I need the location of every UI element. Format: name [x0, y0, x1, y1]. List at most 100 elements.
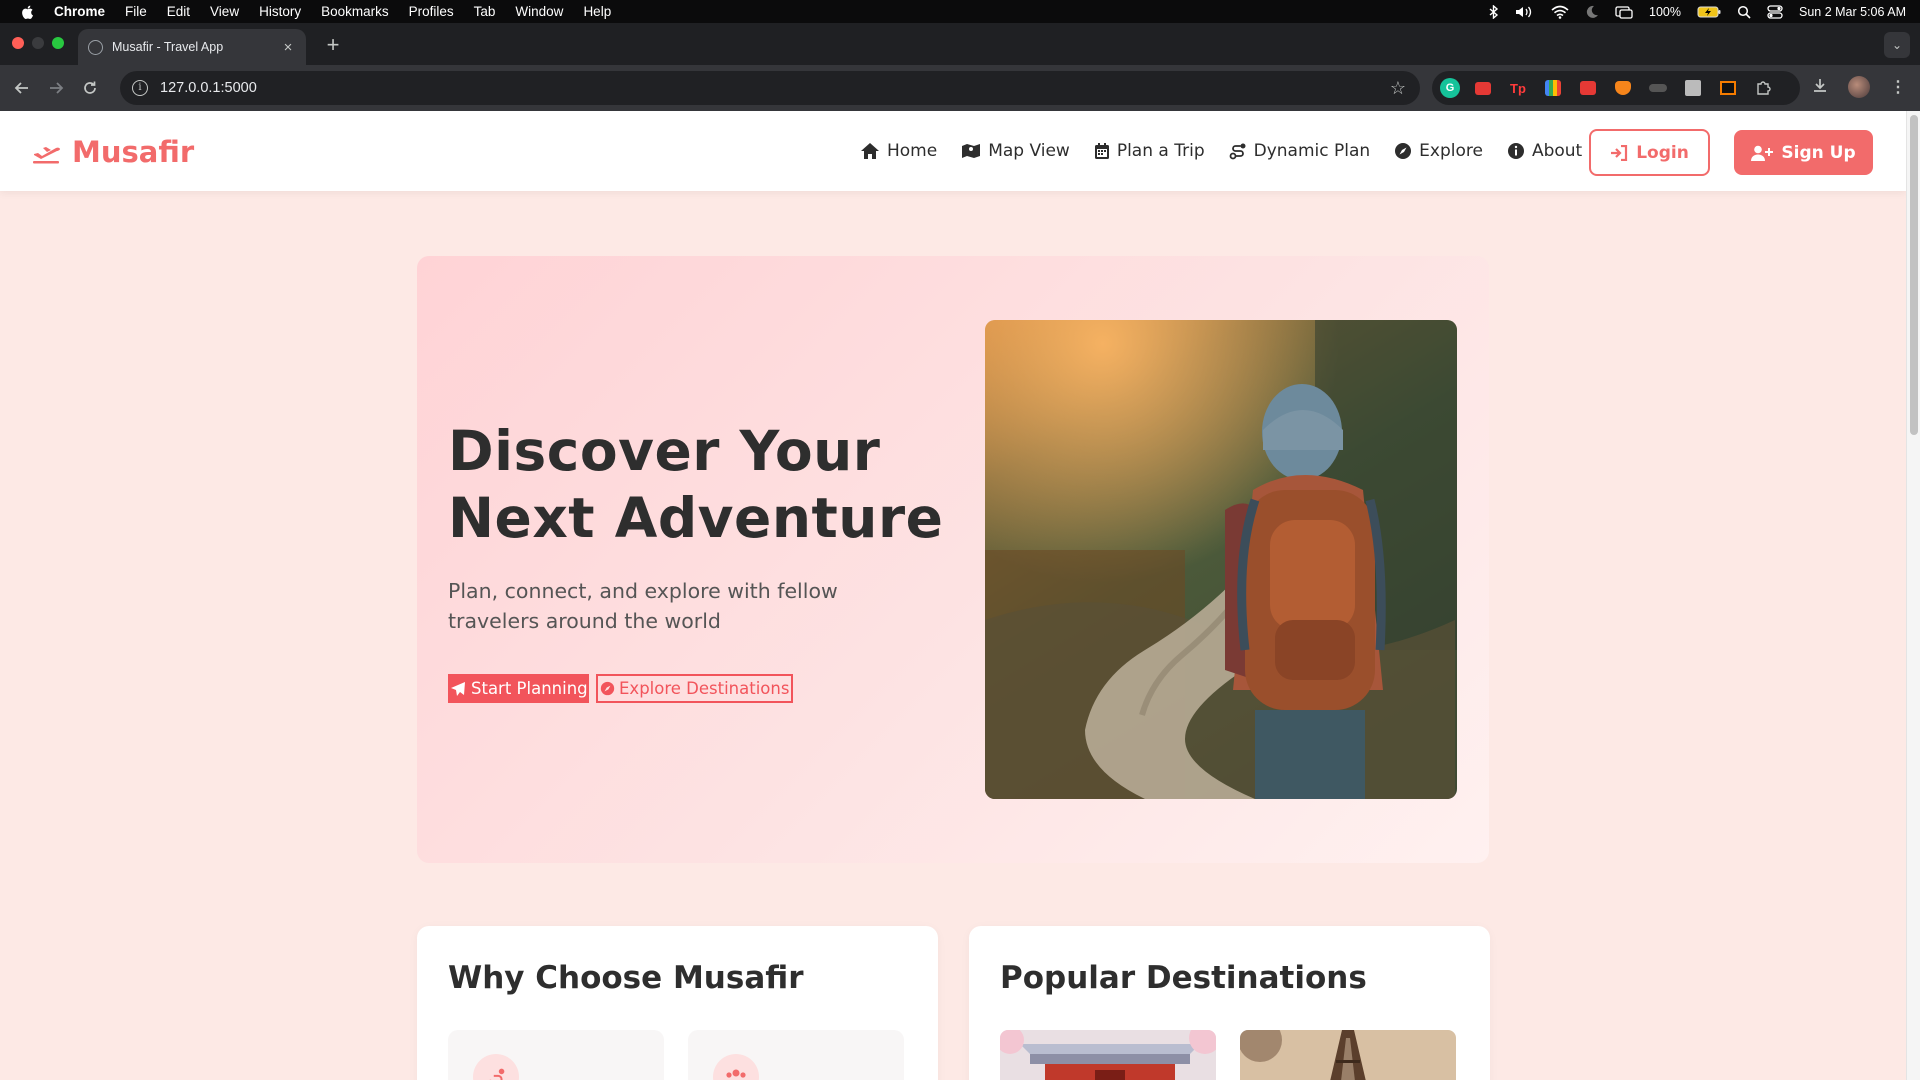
video-extension-icon[interactable] — [1576, 76, 1600, 100]
browser-toolbar: i 127.0.0.1:5000 ☆ G Tp ⋮ — [0, 65, 1920, 111]
why-choose-title: Why Choose Musafir — [448, 960, 804, 996]
minimize-window-button[interactable] — [32, 37, 44, 49]
scrollbar-thumb[interactable] — [1910, 115, 1918, 435]
bookmark-star-icon[interactable]: ☆ — [1390, 78, 1406, 99]
apple-icon[interactable] — [20, 4, 36, 20]
explore-destinations-button[interactable]: Explore Destinations — [596, 674, 794, 703]
menu-window[interactable]: Window — [515, 4, 563, 19]
screen-mirroring-icon[interactable] — [1615, 5, 1633, 19]
why-choose-card: Why Choose Musafir — [417, 926, 938, 1080]
start-planning-button[interactable]: Start Planning — [448, 674, 589, 703]
home-icon — [861, 143, 879, 159]
page-viewport: Musafir Home Map View Plan a Trip Dynami… — [0, 111, 1920, 1080]
arrow-left-icon — [14, 82, 28, 94]
chrome-menu-icon[interactable]: ⋮ — [1890, 77, 1906, 97]
red-extension-icon[interactable] — [1471, 76, 1495, 100]
browser-tab-active[interactable]: Musafir - Travel App × — [78, 29, 306, 65]
browser-tabstrip: Musafir - Travel App × + ⌄ — [0, 23, 1920, 65]
info-circle-icon — [1507, 143, 1524, 159]
feature-card-community[interactable] — [688, 1030, 904, 1080]
nav-home[interactable]: Home — [860, 141, 937, 161]
puzzle-extensions-icon[interactable] — [1751, 76, 1775, 100]
destination-image-temple[interactable] — [1000, 1030, 1216, 1080]
arrow-right-icon — [50, 82, 64, 94]
battery-charging-icon[interactable] — [1697, 6, 1721, 18]
destination-image-eiffel[interactable] — [1240, 1030, 1456, 1080]
fullscreen-window-button[interactable] — [52, 37, 64, 49]
control-center-icon[interactable] — [1767, 4, 1783, 19]
brand-name: Musafir — [72, 135, 195, 169]
dark-extension-icon[interactable] — [1646, 76, 1670, 100]
signup-label: Sign Up — [1781, 142, 1856, 163]
route-icon — [1229, 143, 1246, 160]
nav-dynamic-plan[interactable]: Dynamic Plan — [1229, 141, 1371, 161]
grey-extension-icon[interactable] — [1681, 76, 1705, 100]
nav-explore[interactable]: Explore — [1394, 141, 1483, 161]
login-button[interactable]: Login — [1589, 129, 1710, 176]
menu-app-name[interactable]: Chrome — [54, 4, 105, 19]
close-window-button[interactable] — [12, 37, 24, 49]
user-plus-icon — [1751, 145, 1774, 161]
url-text[interactable]: 127.0.0.1:5000 — [160, 80, 257, 96]
colorful-extension-icon[interactable] — [1541, 76, 1565, 100]
menu-help[interactable]: Help — [583, 4, 611, 19]
close-tab-icon[interactable]: × — [280, 39, 296, 56]
toolbar-right: ⋮ — [1812, 76, 1906, 98]
tp-extension-icon[interactable]: Tp — [1506, 76, 1530, 100]
window-controls — [12, 37, 64, 49]
hero-hiker-image — [985, 320, 1457, 799]
menu-edit[interactable]: Edit — [167, 4, 190, 19]
hiker-backpack-illustration — [985, 320, 1457, 799]
nav-home-label: Home — [887, 141, 938, 161]
signup-button[interactable]: Sign Up — [1734, 130, 1873, 175]
map-icon — [962, 144, 981, 158]
site-info-icon[interactable]: i — [132, 80, 148, 96]
nav-plan-trip[interactable]: Plan a Trip — [1094, 141, 1205, 161]
download-icon[interactable] — [1812, 77, 1828, 98]
menubar-clock[interactable]: Sun 2 Mar 5:06 AM — [1799, 5, 1906, 19]
users-icon — [726, 1069, 746, 1078]
nav-about-label: About — [1531, 141, 1583, 161]
nav-explore-label: Explore — [1419, 141, 1483, 161]
spotlight-search-icon[interactable] — [1737, 5, 1751, 19]
grammarly-extension-icon[interactable]: G — [1440, 78, 1460, 98]
nav-about[interactable]: About — [1507, 141, 1582, 161]
calendar-icon — [1094, 143, 1109, 159]
volume-icon[interactable] — [1515, 5, 1535, 19]
macos-menubar: Chrome File Edit View History Bookmarks … — [0, 0, 1920, 23]
site-navbar: Musafir Home Map View Plan a Trip Dynami… — [0, 111, 1906, 191]
address-bar[interactable]: i 127.0.0.1:5000 ☆ — [120, 71, 1420, 105]
reload-button[interactable] — [78, 76, 102, 100]
wifi-icon[interactable] — [1551, 5, 1569, 19]
tab-search-button[interactable]: ⌄ — [1884, 32, 1910, 58]
hero-subtitle: Plan, connect, and explore with fellow t… — [448, 579, 838, 633]
hero-section: Discover Your Next Adventure Plan, conne… — [417, 256, 1489, 863]
sign-in-icon — [1611, 144, 1628, 161]
hero-title-line2: Next Adventure — [448, 486, 944, 550]
orange-extension-icon[interactable] — [1716, 76, 1740, 100]
nav-map-view[interactable]: Map View — [961, 141, 1070, 161]
menu-view[interactable]: View — [210, 4, 239, 19]
compass-icon — [1395, 143, 1412, 159]
login-label: Login — [1636, 142, 1689, 163]
new-tab-button[interactable]: + — [320, 33, 346, 59]
fox-extension-icon[interactable] — [1611, 76, 1635, 100]
temple-illustration — [1000, 1030, 1216, 1080]
menu-file[interactable]: File — [125, 4, 147, 19]
profile-avatar[interactable] — [1848, 76, 1870, 98]
forward-button[interactable] — [44, 76, 68, 100]
menu-bookmarks[interactable]: Bookmarks — [321, 4, 389, 19]
focus-moon-icon[interactable] — [1585, 5, 1599, 19]
bluetooth-icon[interactable] — [1489, 4, 1499, 19]
brand-logo[interactable]: Musafir — [32, 135, 194, 169]
nav-dynamic-plan-label: Dynamic Plan — [1253, 141, 1371, 161]
explore-destinations-label: Explore Destinations — [619, 679, 790, 698]
paper-plane-icon — [451, 681, 465, 696]
back-button[interactable] — [10, 76, 34, 100]
menu-history[interactable]: History — [259, 4, 301, 19]
menu-tab[interactable]: Tab — [474, 4, 496, 19]
menu-profiles[interactable]: Profiles — [409, 4, 454, 19]
page-scrollbar[interactable] — [1906, 111, 1920, 1080]
feature-card-route[interactable] — [448, 1030, 664, 1080]
nav-map-view-label: Map View — [988, 141, 1070, 161]
